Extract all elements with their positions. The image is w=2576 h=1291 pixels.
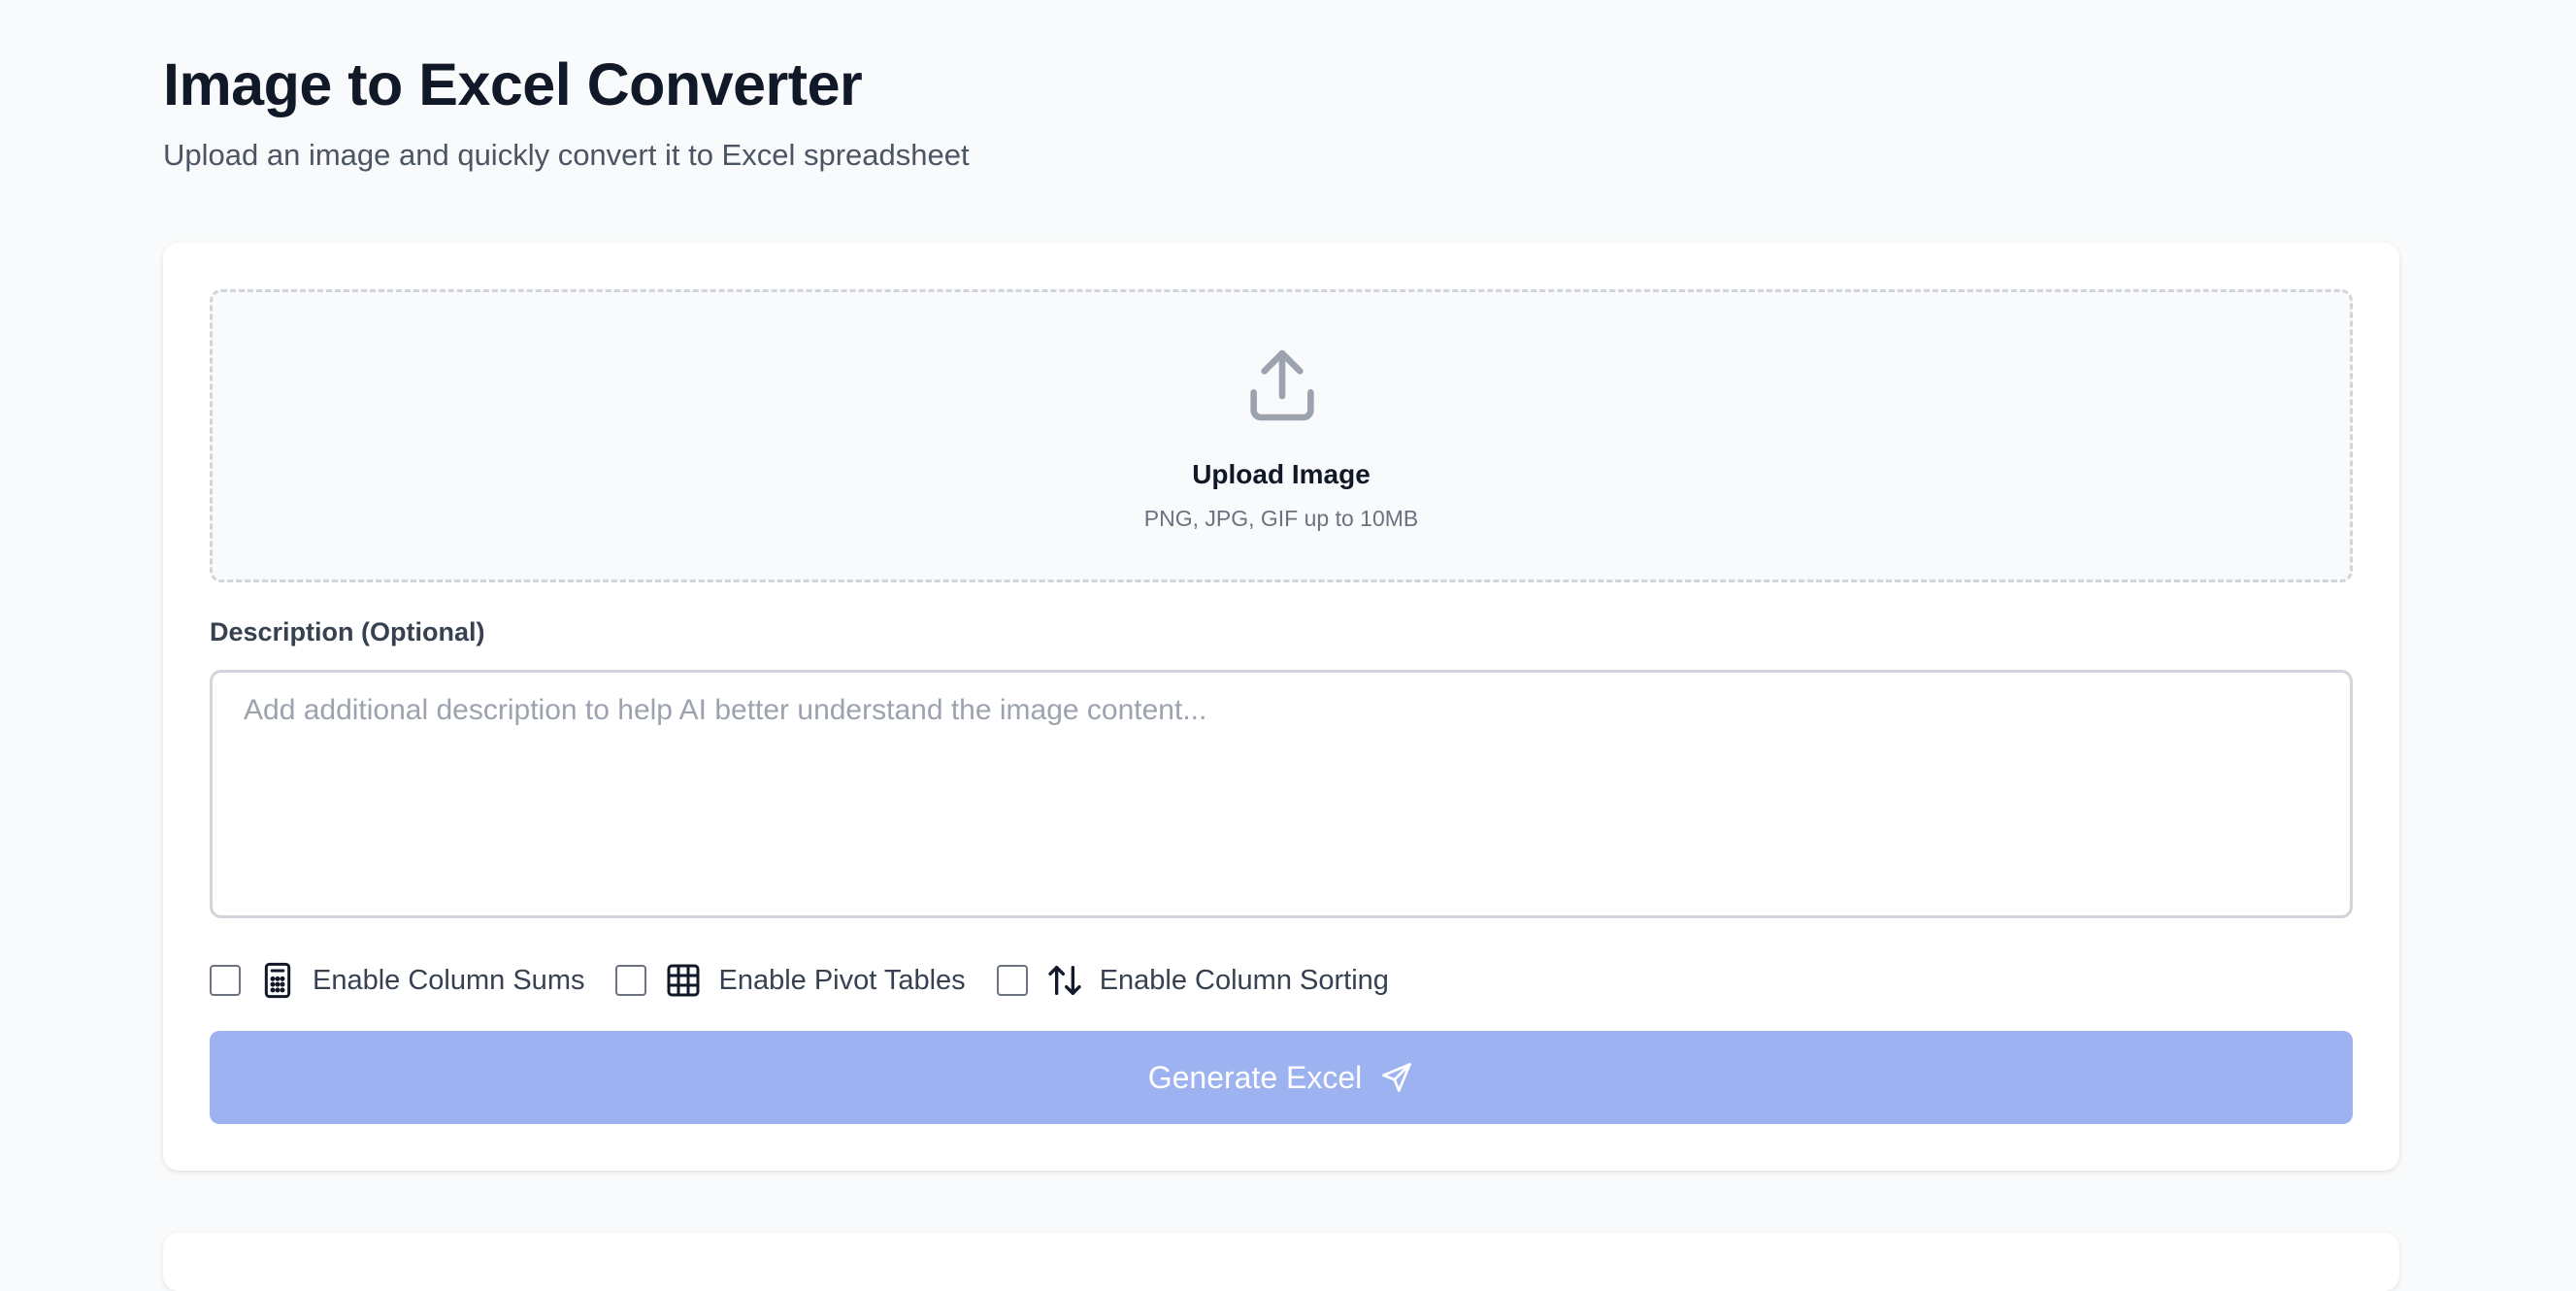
options-row: Enable Column Sums Enable Pivot Tables E… <box>210 961 1420 1000</box>
option-column-sums[interactable]: Enable Column Sums <box>210 961 584 1000</box>
upload-hint: PNG, JPG, GIF up to 10MB <box>1143 506 1419 531</box>
description-label: Description (Optional) <box>210 617 485 646</box>
description-input[interactable] <box>210 670 2353 918</box>
sort-arrows-icon <box>1048 966 1081 995</box>
upload-dropzone[interactable]: Upload Image PNG, JPG, GIF up to 10MB <box>210 289 2353 582</box>
upload-title: Upload Image <box>1192 459 1371 489</box>
table-grid-icon <box>667 964 700 997</box>
next-card <box>163 1233 2399 1291</box>
pivot-tables-label: Enable Pivot Tables <box>718 964 966 996</box>
option-column-sorting[interactable]: Enable Column Sorting <box>996 961 1389 1000</box>
generate-excel-button[interactable]: Generate Excel <box>210 1031 2353 1124</box>
column-sums-checkbox[interactable] <box>210 965 241 996</box>
calculator-icon <box>264 962 291 999</box>
send-icon <box>1382 1063 1412 1092</box>
page-subtitle: Upload an image and quickly convert it t… <box>163 138 970 172</box>
generate-excel-label: Generate Excel <box>1147 1059 1363 1095</box>
column-sorting-checkbox[interactable] <box>996 965 1028 996</box>
pivot-tables-checkbox[interactable] <box>615 965 647 996</box>
upload-icon <box>1250 349 1314 421</box>
column-sums-label: Enable Column Sums <box>313 964 585 996</box>
option-pivot-tables[interactable]: Enable Pivot Tables <box>615 961 966 1000</box>
converter-card: Upload Image PNG, JPG, GIF up to 10MB De… <box>163 243 2399 1171</box>
column-sorting-label: Enable Column Sorting <box>1099 964 1389 996</box>
page-title: Image to Excel Converter <box>163 51 863 117</box>
